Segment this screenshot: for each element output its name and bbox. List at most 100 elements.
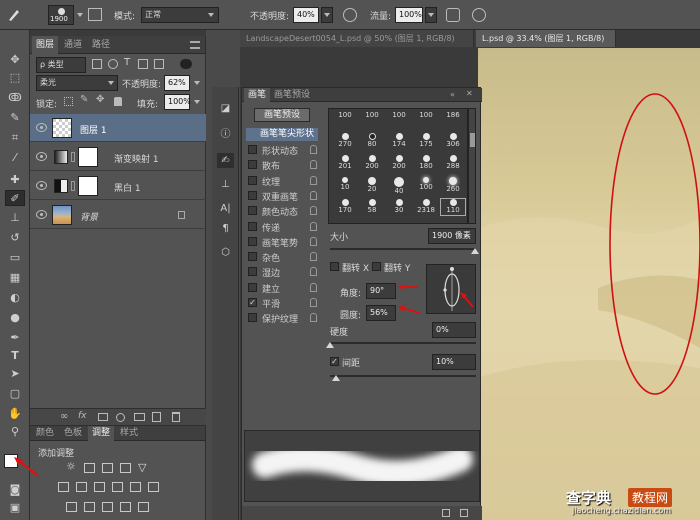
visibility-eye-icon[interactable]: [36, 123, 47, 132]
threshold-icon[interactable]: [102, 502, 113, 512]
panel-menu-icon[interactable]: [190, 41, 200, 49]
hardness-slider-knob[interactable]: [326, 342, 334, 348]
exposure-icon[interactable]: [120, 463, 131, 473]
clone-source-icon[interactable]: ⊥: [217, 177, 234, 192]
tip-grid-scroll-thumb[interactable]: [470, 133, 475, 147]
option-lock-icon[interactable]: [310, 160, 317, 170]
brush-tip-item[interactable]: 100: [333, 111, 357, 120]
brush-option-checkbox[interactable]: [248, 190, 257, 200]
tab-channels[interactable]: 通道: [60, 36, 86, 54]
brush-option-checkbox[interactable]: [248, 160, 257, 170]
stamp-tool-icon[interactable]: ⊥: [5, 210, 25, 226]
brush-tool-icon-active[interactable]: ✐: [5, 190, 25, 206]
marquee-tool-icon[interactable]: ⬚: [5, 70, 25, 86]
flip-x-checkbox[interactable]: [330, 262, 339, 271]
brush-tip-item[interactable]: 180: [414, 155, 438, 171]
invert-icon[interactable]: [66, 502, 77, 512]
filter-smart-icon[interactable]: [154, 59, 164, 69]
eyedropper-tool-icon[interactable]: ⁄: [5, 150, 25, 166]
brush-tip-item[interactable]: 201: [333, 155, 357, 171]
filter-toggle[interactable]: [180, 59, 192, 69]
hue-saturation-icon[interactable]: [58, 482, 69, 492]
brush-option-row[interactable]: 传递: [248, 221, 322, 234]
crop-tool-icon[interactable]: ⌗: [5, 130, 25, 146]
brush-option-row[interactable]: 建立: [248, 282, 322, 295]
new-adjustment-icon[interactable]: [116, 413, 125, 422]
lock-transparent-icon[interactable]: [64, 97, 73, 106]
path-select-tool-icon[interactable]: ➤: [5, 366, 25, 382]
brush-option-row[interactable]: 画笔笔势: [248, 236, 322, 249]
airbrush-icon[interactable]: [446, 8, 460, 22]
brush-option-row[interactable]: 颜色动态: [248, 205, 322, 218]
quick-mask-icon[interactable]: ◙: [5, 482, 25, 498]
flip-y-checkbox[interactable]: [372, 262, 381, 271]
brush-tip-shape-item[interactable]: 画笔笔尖形状: [246, 128, 318, 141]
selective-color-icon[interactable]: [120, 502, 131, 512]
filter-adjust-icon[interactable]: [108, 59, 118, 69]
brush-tool-icon[interactable]: [6, 7, 22, 23]
brush-option-checkbox[interactable]: ✓: [248, 298, 257, 307]
layer-row-background[interactable]: 背景: [30, 201, 206, 229]
pressure-opacity-icon[interactable]: [343, 8, 357, 22]
layer-opacity-dropdown-icon[interactable]: [194, 81, 200, 85]
levels-icon[interactable]: [84, 463, 95, 473]
curves-icon[interactable]: [102, 463, 113, 473]
zoom-tool-icon[interactable]: ⚲: [5, 424, 25, 440]
brush-option-checkbox[interactable]: [248, 206, 257, 216]
tab-brush-presets[interactable]: 画笔预设: [270, 88, 314, 102]
brush-preset-dropdown-icon[interactable]: [77, 13, 83, 17]
history-brush-tool-icon[interactable]: ↺: [5, 230, 25, 246]
size-slider-track[interactable]: [330, 248, 476, 250]
tab-swatches[interactable]: 色板: [60, 426, 86, 441]
brush-option-row[interactable]: 杂色: [248, 251, 322, 264]
brush-tip-item[interactable]: 288: [441, 155, 465, 171]
character-panel-icon[interactable]: A|: [217, 201, 234, 216]
healing-tool-icon[interactable]: ✚: [5, 172, 25, 188]
option-lock-icon[interactable]: [310, 298, 317, 307]
black-white-icon[interactable]: [94, 482, 105, 492]
brush-option-checkbox[interactable]: [248, 267, 257, 277]
screen-mode-icon[interactable]: ▣: [5, 500, 25, 516]
pressure-size-icon[interactable]: [472, 8, 486, 22]
brush-option-checkbox[interactable]: [248, 252, 257, 262]
link-layers-icon[interactable]: ∞: [60, 411, 68, 422]
brightness-icon[interactable]: ☼: [66, 460, 76, 473]
document-canvas[interactable]: [478, 48, 700, 520]
option-lock-icon[interactable]: [310, 221, 317, 231]
visibility-eye-icon[interactable]: [36, 181, 47, 190]
opacity-dropdown-icon[interactable]: [324, 13, 330, 17]
brush-option-checkbox[interactable]: [248, 313, 257, 323]
layer-row-black-white[interactable]: 黑白 1: [30, 172, 206, 200]
brush-option-checkbox[interactable]: [248, 282, 257, 292]
brush-option-checkbox[interactable]: [248, 221, 257, 231]
fill-dropdown-icon[interactable]: [194, 100, 200, 104]
flow-input[interactable]: 100%: [395, 7, 423, 23]
visibility-eye-icon[interactable]: [36, 210, 47, 219]
brush-tip-item[interactable]: 175: [414, 133, 438, 149]
move-tool-icon[interactable]: ✥: [5, 52, 25, 68]
tab-brush[interactable]: 画笔: [244, 88, 271, 102]
brush-option-row[interactable]: 保护纹理: [248, 312, 322, 325]
option-lock-icon[interactable]: [310, 145, 317, 154]
option-lock-icon[interactable]: [310, 252, 317, 262]
tip-grid-scrollbar[interactable]: [468, 108, 476, 224]
vibrance-icon[interactable]: ▽: [138, 461, 146, 474]
photo-filter-icon[interactable]: [112, 482, 123, 492]
hand-tool-icon[interactable]: ✋: [5, 406, 25, 422]
option-lock-icon[interactable]: [310, 236, 317, 246]
new-brush-icon[interactable]: [442, 509, 450, 517]
brush-tip-item[interactable]: 306: [441, 133, 465, 149]
brush-tip-item[interactable]: 10: [333, 177, 357, 192]
close-panel-icon[interactable]: ✕: [466, 89, 473, 98]
brush-tip-item[interactable]: 40: [387, 177, 411, 196]
spacing-checkbox[interactable]: ✓: [330, 357, 339, 366]
dodge-tool-icon[interactable]: ●: [5, 310, 25, 326]
gradient-tool-icon[interactable]: ▦: [5, 270, 25, 286]
blend-dropdown-icon[interactable]: [108, 81, 114, 85]
brush-option-row[interactable]: 散布: [248, 159, 322, 172]
layer-filter-select[interactable]: ρ 类型: [36, 57, 86, 73]
opacity-input[interactable]: 40%: [293, 7, 319, 23]
channel-mixer-icon[interactable]: [130, 482, 141, 492]
brush-tip-item[interactable]: 2318: [414, 199, 438, 215]
brush-tip-item[interactable]: 20: [360, 177, 384, 194]
